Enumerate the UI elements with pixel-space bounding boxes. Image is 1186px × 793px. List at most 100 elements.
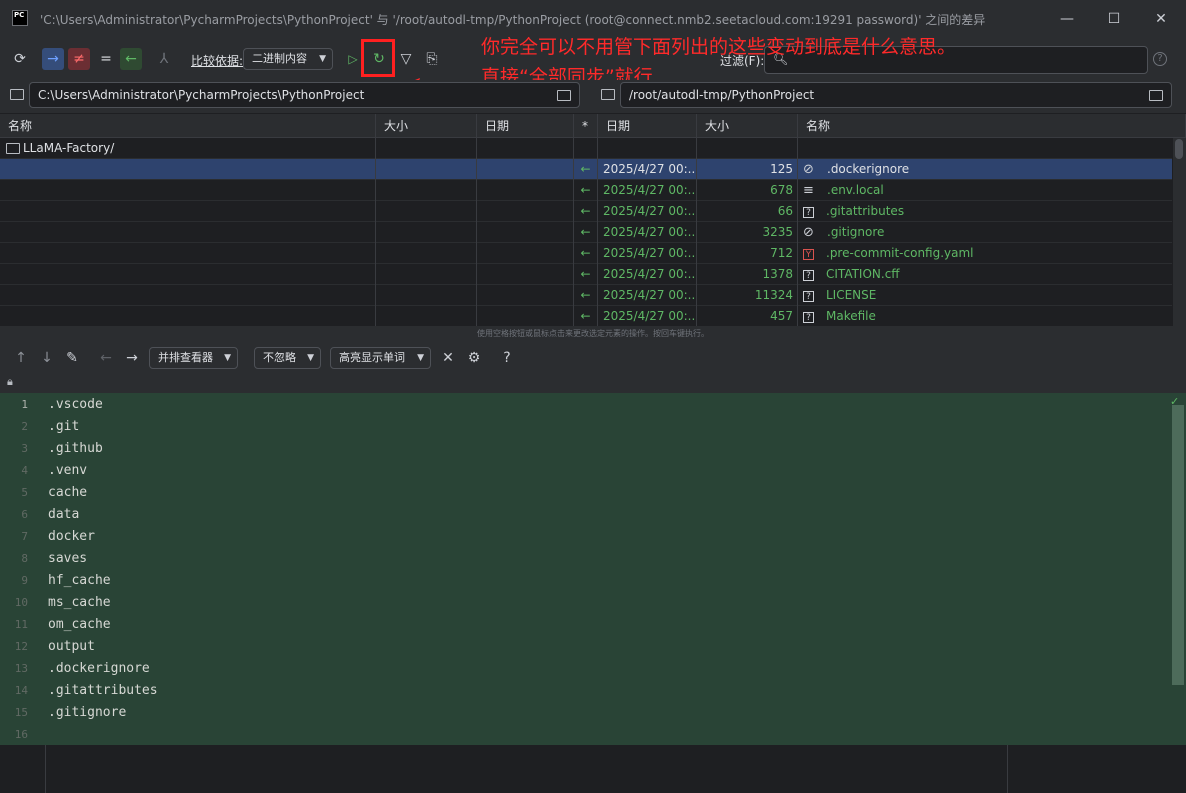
table-row[interactable]: ← 2025/4/27 00:... 712 Y .pre-commit-config.… <box>0 243 1172 264</box>
header-right-name[interactable]: 名称 <box>798 114 1186 138</box>
line-number: 12 <box>14 640 28 653</box>
right-size-cell: 125 <box>697 159 798 180</box>
table-row[interactable]: ← 2025/4/27 00:... 457? Makefile <box>0 306 1172 326</box>
show-equal-icon[interactable]: = <box>95 48 117 70</box>
right-date-cell: 2025/4/27 00:... <box>598 285 697 306</box>
table-row[interactable]: ← 2025/4/27 00:... 11324? LICENSE <box>0 285 1172 306</box>
ignore-icon: ⊘ <box>803 162 814 177</box>
table-row[interactable]: ← 2025/4/27 00:... 66? .gitattributes <box>0 201 1172 222</box>
code-line: om_cache <box>48 617 111 632</box>
browse-folder-icon[interactable] <box>1149 90 1163 101</box>
show-new-left-icon[interactable]: → <box>42 48 64 70</box>
refresh-icon[interactable]: ⟳ <box>9 48 31 70</box>
header-left-date[interactable]: 日期 <box>477 114 574 138</box>
table-scrollbar-thumb[interactable] <box>1175 139 1183 159</box>
line-number: 13 <box>14 662 28 675</box>
maximize-button[interactable]: ☐ <box>1103 8 1125 30</box>
ignore-value: 不忽略 <box>263 351 296 364</box>
table-scrollbar[interactable] <box>1173 138 1186 326</box>
editor-scrollbar[interactable] <box>1172 405 1184 685</box>
code-line: hf_cache <box>48 573 111 588</box>
copy-settings-icon[interactable]: ⎘ <box>421 48 443 70</box>
settings-gear-icon[interactable]: ⚙ <box>464 348 484 368</box>
ignore-icon: ⊘ <box>803 225 814 240</box>
highlight-dropdown[interactable]: 高亮显示单词 ▼ <box>330 347 431 369</box>
header-sync[interactable]: * <box>574 114 598 138</box>
file-name: .env.local <box>827 183 884 197</box>
right-name-cell: ? CITATION.cff <box>798 264 1172 285</box>
right-path-field[interactable]: /root/autodl-tmp/PythonProject <box>620 82 1172 108</box>
unknown-file-icon: ? <box>803 270 814 281</box>
lock-icon: 🔒︎ <box>7 375 13 388</box>
highlight-value: 高亮显示单词 <box>339 351 405 364</box>
right-size-cell: 712 <box>697 243 798 264</box>
header-right-date[interactable]: 日期 <box>598 114 697 138</box>
table-row[interactable]: ← 2025/4/27 00:... 1378? CITATION.cff <box>0 264 1172 285</box>
annotation-highlight-box <box>361 39 395 77</box>
file-name: .pre-commit-config.yaml <box>826 246 974 260</box>
folder-icon <box>6 143 20 154</box>
right-path-value: /root/autodl-tmp/PythonProject <box>629 88 815 102</box>
sync-arrow-left-icon[interactable]: ← <box>574 222 598 243</box>
sync-arrow-left-icon[interactable]: ← <box>574 201 598 222</box>
chevron-down-icon: ▼ <box>307 353 314 363</box>
sync-arrow-left-icon[interactable]: ← <box>574 180 598 201</box>
line-number: 16 <box>14 728 28 741</box>
help-icon[interactable]: ? <box>1153 52 1167 66</box>
folder-icon <box>10 89 24 100</box>
pycharm-app-icon: PC <box>12 10 28 26</box>
previous-diff-icon[interactable]: ↑ <box>11 348 31 368</box>
code-line: .gitignore <box>48 705 127 720</box>
folder-row[interactable]: LLaMA-Factory/ <box>0 138 1172 159</box>
sync-arrow-left-icon[interactable]: ← <box>574 159 598 180</box>
close-button[interactable]: ✕ <box>1150 8 1172 30</box>
diff-editor[interactable]: 1 .vscode 2 .git 3 .github 4 .venv 5 cache 6 data 7 d… <box>0 393 1186 745</box>
right-date-cell: 2025/4/27 00:... <box>598 306 697 326</box>
line-number: 10 <box>14 596 28 609</box>
code-line: output <box>48 639 95 654</box>
table-row[interactable]: ← 2025/4/27 00:... 3235 ⊘ .gitignore <box>0 222 1172 243</box>
folder-cell: LLaMA-Factory/ <box>0 138 376 159</box>
sync-arrow-left-icon[interactable]: ← <box>574 264 598 285</box>
forward-icon[interactable]: → <box>122 348 142 368</box>
line-number: 8 <box>21 552 28 565</box>
minimize-button[interactable]: — <box>1056 8 1078 30</box>
left-path-field[interactable]: C:\Users\Administrator\PycharmProjects\P… <box>29 82 580 108</box>
sync-arrow-left-icon[interactable]: ← <box>574 285 598 306</box>
line-number: 7 <box>21 530 28 543</box>
filter-icon[interactable]: ▽ <box>395 48 417 70</box>
right-size-cell: 3235 <box>697 222 798 243</box>
left-path-value: C:\Users\Administrator\PycharmProjects\P… <box>38 88 365 102</box>
folder-name: LLaMA-Factory/ <box>23 141 115 155</box>
edit-icon[interactable]: ✎ <box>62 348 82 368</box>
browse-folder-icon[interactable] <box>557 90 571 101</box>
table-row[interactable]: ← 2025/4/27 00:... 678 ≡ .env.local <box>0 180 1172 201</box>
ignore-dropdown[interactable]: 不忽略 ▼ <box>254 347 321 369</box>
code-line: ms_cache <box>48 595 111 610</box>
sync-arrow-left-icon[interactable]: ← <box>574 243 598 264</box>
line-number: 14 <box>14 684 28 697</box>
right-date-cell: 2025/4/27 00:... <box>598 264 697 285</box>
header-left-size[interactable]: 大小 <box>376 114 477 138</box>
sync-arrow-left-icon[interactable]: ← <box>574 306 598 326</box>
header-left-name[interactable]: 名称 <box>0 114 376 138</box>
right-name-cell: ⊘ .dockerignore <box>798 159 1172 180</box>
collapse-icon[interactable]: ✕ <box>438 348 458 368</box>
show-different-icon[interactable]: ≠ <box>68 48 90 70</box>
viewer-dropdown[interactable]: 并排查看器 ▼ <box>149 347 238 369</box>
compare-by-dropdown[interactable]: 二进制内容 ▼ <box>243 48 333 70</box>
back-icon[interactable]: ← <box>96 348 116 368</box>
merge-icon[interactable]: ⅄ <box>153 48 175 70</box>
line-number: 11 <box>14 618 28 631</box>
annotation-line-1: 你完全可以不用管下面列出的这些变动到底是什么意思。 <box>481 36 957 58</box>
diff-help-icon[interactable]: ? <box>497 348 517 368</box>
viewer-value: 并排查看器 <box>158 351 213 364</box>
right-size-cell: 457 <box>697 306 798 326</box>
code-line: .vscode <box>48 397 103 412</box>
header-right-size[interactable]: 大小 <box>697 114 798 138</box>
show-new-right-icon[interactable]: ← <box>120 48 142 70</box>
next-diff-icon[interactable]: ↓ <box>37 348 57 368</box>
table-row[interactable]: ← 2025/4/27 00:... 125 ⊘ .dockerignore <box>0 159 1172 180</box>
right-name-cell: ⊘ .gitignore <box>798 222 1172 243</box>
right-date-cell: 2025/4/27 00:... <box>598 243 697 264</box>
